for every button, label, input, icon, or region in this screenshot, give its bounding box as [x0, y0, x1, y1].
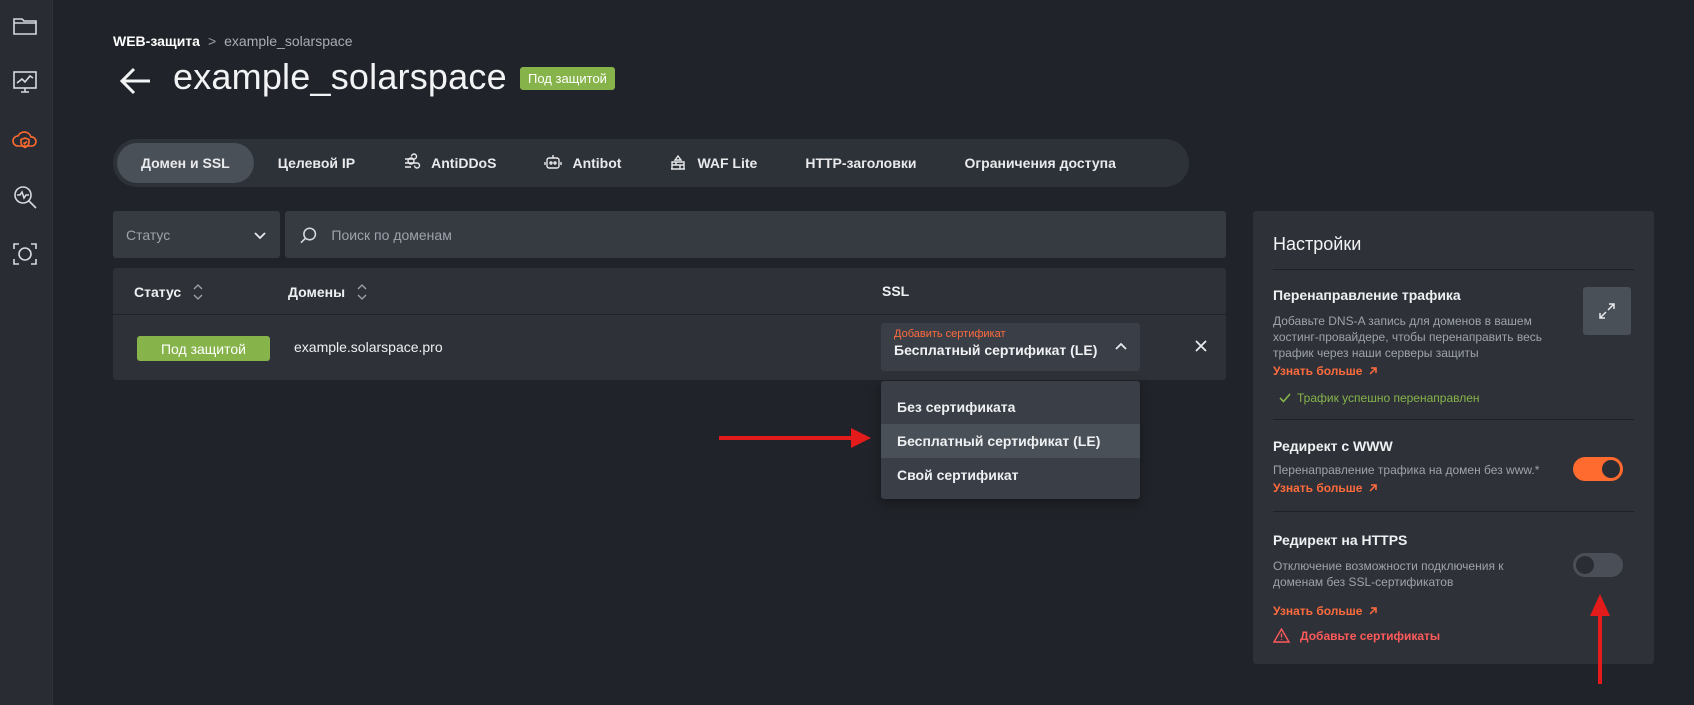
- status-column-header[interactable]: Статус: [134, 283, 203, 301]
- tab-antiddos[interactable]: AntiDDoS: [379, 143, 520, 183]
- folder-icon[interactable]: [11, 12, 39, 40]
- chevron-down-icon: [254, 231, 266, 239]
- expand-icon: [1599, 303, 1615, 319]
- tab-label: Ограничения доступа: [964, 155, 1116, 171]
- warning-icon: [1273, 628, 1290, 643]
- domains-column-header[interactable]: Домены: [288, 283, 367, 301]
- breadcrumb-root[interactable]: WEB-защита: [113, 33, 200, 49]
- table-row: Под защитой example.solarspace.pro Добав…: [113, 316, 1226, 380]
- tab-access-limits[interactable]: Ограничения доступа: [940, 143, 1139, 183]
- breadcrumb: WEB-защита > example_solarspace: [113, 33, 353, 49]
- status-filter-select[interactable]: Статус: [113, 211, 280, 258]
- divider: [1273, 269, 1634, 270]
- divider: [1273, 511, 1634, 512]
- scan-icon[interactable]: [11, 240, 39, 268]
- expand-button[interactable]: [1583, 287, 1631, 335]
- column-label: Домены: [288, 284, 346, 300]
- tab-label: WAF Lite: [697, 155, 758, 171]
- tab-target-ip[interactable]: Целевой IP: [254, 143, 379, 183]
- link-label: Узнать больше: [1273, 481, 1363, 495]
- tab-waf-lite[interactable]: WAF Lite: [645, 143, 781, 183]
- traffic-redirect-description: Добавьте DNS-A запись для доменов в ваше…: [1273, 313, 1542, 361]
- tab-label: HTTP-заголовки: [805, 155, 917, 171]
- www-redirect-description: Перенаправление трафика на домен без www…: [1273, 463, 1540, 477]
- sidebar: [0, 0, 53, 705]
- arrow-up-right-icon: [1369, 607, 1378, 615]
- row-status-badge: Под защитой: [137, 336, 270, 361]
- sort-icon: [193, 284, 203, 300]
- close-icon[interactable]: [1193, 338, 1209, 354]
- https-redirect-toggle[interactable]: [1573, 553, 1623, 577]
- ssl-dropdown-menu: Без сертификата Бесплатный сертификат (L…: [881, 381, 1140, 499]
- link-label: Узнать больше: [1273, 604, 1363, 618]
- success-text: Трафик успешно перенаправлен: [1297, 391, 1480, 405]
- tab-label: Antibot: [572, 155, 622, 171]
- search-pulse-icon[interactable]: [11, 183, 39, 211]
- traffic-learn-more-link[interactable]: Узнать больше: [1273, 364, 1378, 378]
- traffic-redirect-title: Перенаправление трафика: [1273, 287, 1461, 303]
- cloud-shield-icon[interactable]: [11, 126, 39, 154]
- https-redirect-description: Отключение возможности подключения к дом…: [1273, 558, 1504, 590]
- annotation-arrow-right: [719, 428, 871, 448]
- https-learn-more-link[interactable]: Узнать больше: [1273, 604, 1378, 618]
- tab-antibot[interactable]: Antibot: [520, 143, 645, 183]
- description-line: хостинг-провайдере, чтобы перенаправить …: [1273, 330, 1543, 344]
- www-redirect-toggle[interactable]: [1573, 457, 1623, 481]
- www-redirect-title: Редирект с WWW: [1273, 438, 1393, 454]
- toggle-knob: [1576, 556, 1594, 574]
- search-input[interactable]: [331, 226, 1211, 243]
- settings-title: Настройки: [1273, 234, 1362, 254]
- table-header: Статус Домены SSL: [113, 268, 1226, 315]
- divider: [1273, 419, 1634, 420]
- tab-http-headers[interactable]: HTTP-заголовки: [781, 143, 940, 183]
- page-title: example_solarspace: [173, 56, 507, 97]
- ssl-select[interactable]: Добавить сертификат Бесплатный сертифика…: [881, 323, 1140, 371]
- sort-icon: [357, 284, 367, 300]
- www-learn-more-link[interactable]: Узнать больше: [1273, 481, 1378, 495]
- ssl-selected-value: Бесплатный сертификат (LE): [894, 342, 1098, 358]
- traffic-success-message: Трафик успешно перенаправлен: [1279, 391, 1480, 405]
- row-domain: example.solarspace.pro: [294, 339, 443, 355]
- robot-icon: [544, 153, 563, 174]
- description-line: доменам без SSL-сертификатов: [1273, 575, 1454, 589]
- tab-bar: Домен и SSL Целевой IP AntiDDoS Antibot …: [113, 139, 1189, 187]
- column-label: SSL: [882, 283, 910, 299]
- https-redirect-title: Редирект на HTTPS: [1273, 532, 1408, 548]
- tab-label: Целевой IP: [277, 155, 356, 171]
- warning-text: Добавьте сертификаты: [1300, 628, 1441, 643]
- link-label: Узнать больше: [1273, 364, 1363, 378]
- ssl-add-certificate-hint: Добавить сертификат: [894, 328, 1006, 340]
- description-line: Отключение возможности подключения к: [1273, 559, 1504, 573]
- description-line: трафик через наши серверы защиты: [1273, 346, 1479, 360]
- status-badge: Под защитой: [520, 67, 615, 90]
- dropdown-option-free-certificate[interactable]: Бесплатный сертификат (LE): [881, 424, 1140, 458]
- column-label: Статус: [134, 284, 182, 300]
- toggle-knob: [1602, 460, 1620, 478]
- arrow-up-right-icon: [1369, 484, 1378, 492]
- back-arrow-icon[interactable]: [119, 64, 153, 98]
- https-warning-message: Добавьте сертификаты: [1273, 628, 1440, 643]
- dropdown-option-no-certificate[interactable]: Без сертификата: [881, 390, 1140, 424]
- breadcrumb-current: example_solarspace: [224, 33, 353, 49]
- ssl-column-header: SSL: [882, 283, 909, 299]
- firewall-icon: [669, 153, 687, 174]
- chevron-up-icon: [1115, 342, 1127, 350]
- domains-table: Статус Домены SSL Под защитой example.so…: [113, 268, 1226, 380]
- search-bar: [285, 211, 1226, 258]
- search-icon: [300, 226, 317, 243]
- description-line: Добавьте DNS-A запись для доменов в ваше…: [1273, 314, 1532, 328]
- dropdown-option-custom-certificate[interactable]: Свой сертификат: [881, 458, 1140, 492]
- check-icon: [1279, 393, 1291, 403]
- breadcrumb-separator: >: [207, 33, 217, 49]
- status-filter-label: Статус: [126, 226, 171, 243]
- monitor-chart-icon[interactable]: [11, 68, 39, 96]
- settings-panel: Настройки Перенаправление трафика Добавь…: [1253, 211, 1654, 664]
- tab-label: Домен и SSL: [141, 155, 230, 171]
- wind-icon: [403, 152, 421, 174]
- tab-label: AntiDDoS: [431, 155, 497, 171]
- tab-domain-ssl[interactable]: Домен и SSL: [117, 143, 254, 183]
- arrow-up-right-icon: [1369, 367, 1378, 375]
